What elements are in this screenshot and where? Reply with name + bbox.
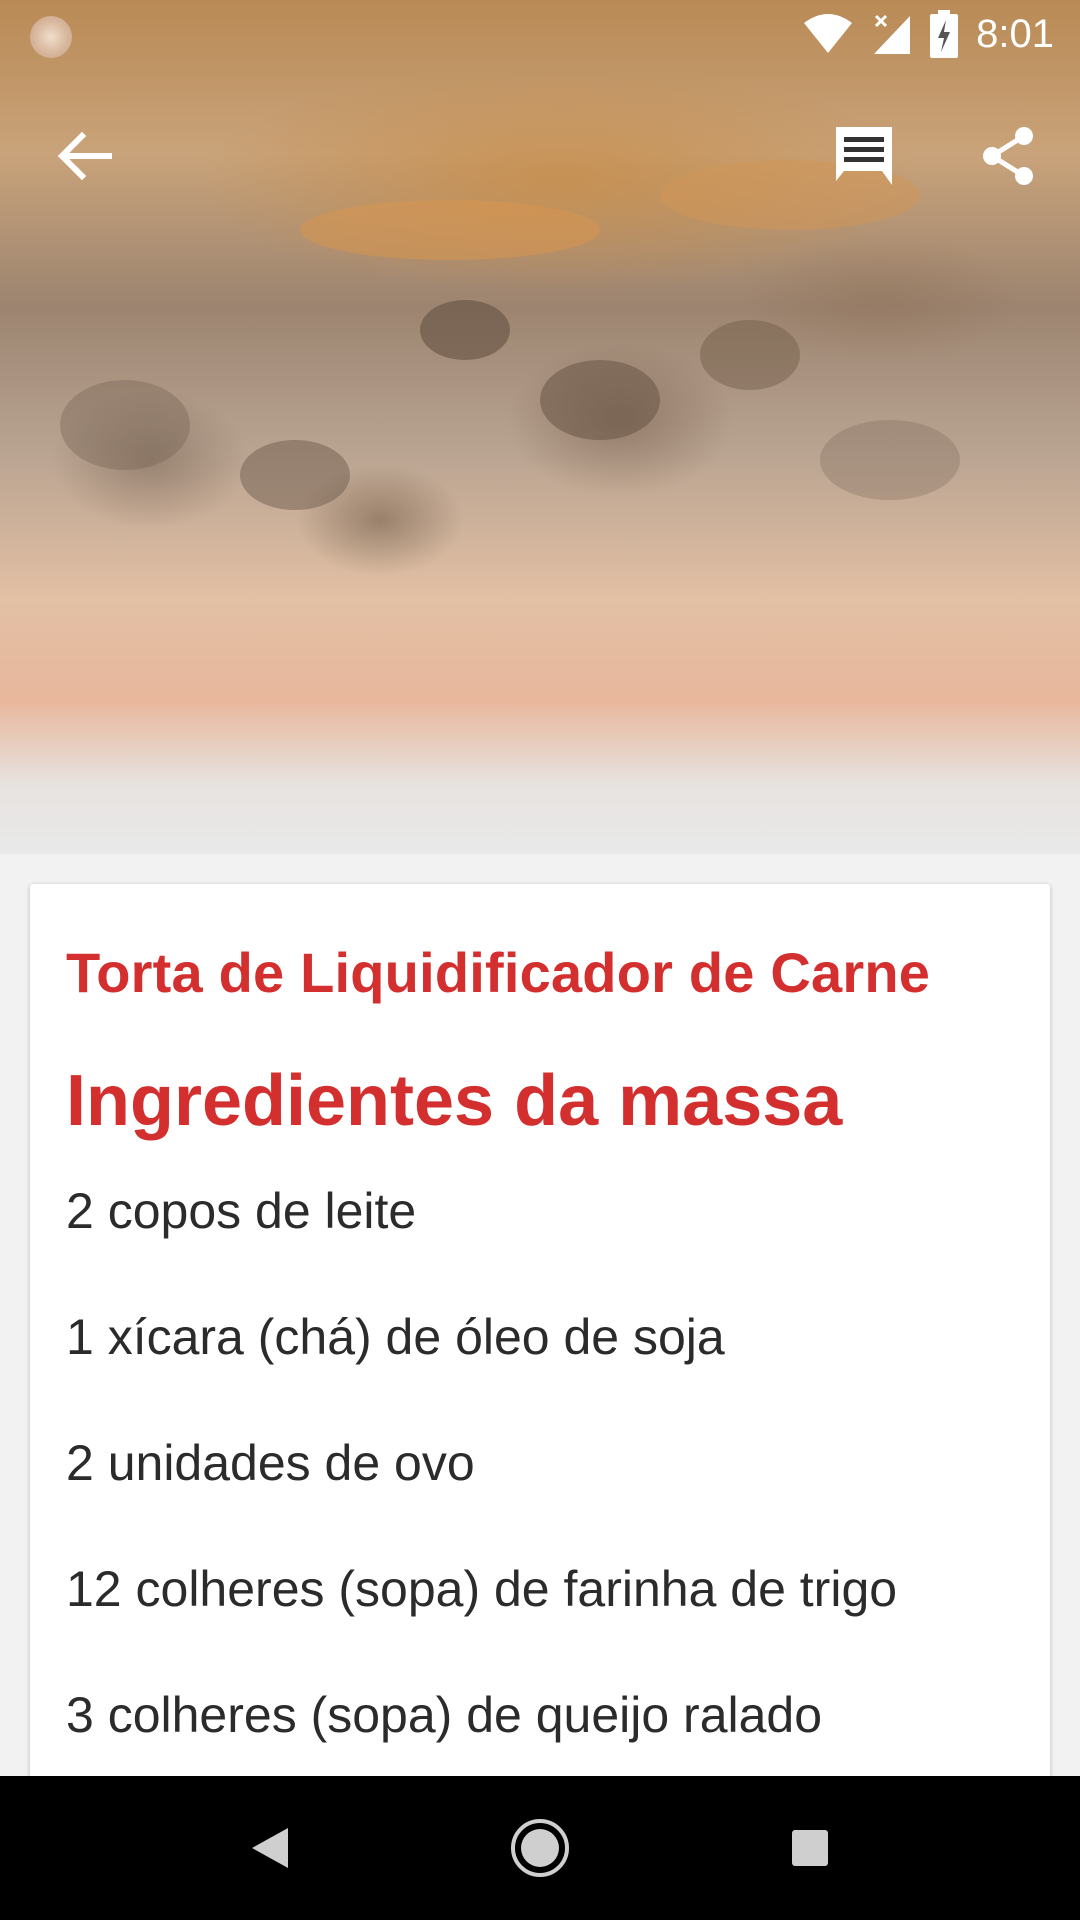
cell-signal-icon <box>874 14 911 54</box>
recipe-card: Torta de Liquidificador de Carne Ingredi… <box>30 884 1050 1920</box>
circle-home-icon <box>511 1819 569 1877</box>
ingredient-item: 12 colheres (sopa) de farinha de trigo <box>66 1561 898 1617</box>
square-recents-icon <box>792 1830 828 1866</box>
triangle-back-icon <box>252 1828 288 1868</box>
share-button[interactable] <box>972 120 1044 192</box>
nav-back-button[interactable] <box>232 1810 308 1886</box>
ingredients-section-title: Ingredientes da massa <box>66 1061 843 1141</box>
recipe-title: Torta de Liquidificador de Carne <box>66 941 931 1004</box>
ingredient-item: 3 colheres (sopa) de queijo ralado <box>66 1687 823 1743</box>
comments-button[interactable] <box>828 120 900 192</box>
status-time: 8:01 <box>976 11 1054 56</box>
share-icon <box>983 127 1033 185</box>
nav-recents-button[interactable] <box>772 1810 848 1886</box>
notification-icon <box>30 16 72 58</box>
ingredient-item: 2 unidades de ovo <box>66 1435 475 1491</box>
battery-charging-icon <box>930 10 959 58</box>
nav-home-button[interactable] <box>502 1810 578 1886</box>
comment-icon <box>836 127 892 185</box>
recipe-hero-image <box>0 0 1080 854</box>
status-bar: 8:01 <box>0 0 1080 72</box>
ingredient-item: 2 copos de leite <box>66 1183 417 1239</box>
wifi-icon <box>804 14 853 53</box>
arrow-back-icon <box>57 131 112 181</box>
ingredient-item: 1 xícara (chá) de óleo de soja <box>66 1309 725 1365</box>
back-button[interactable] <box>48 120 120 192</box>
system-navigation-bar <box>0 1776 1080 1920</box>
